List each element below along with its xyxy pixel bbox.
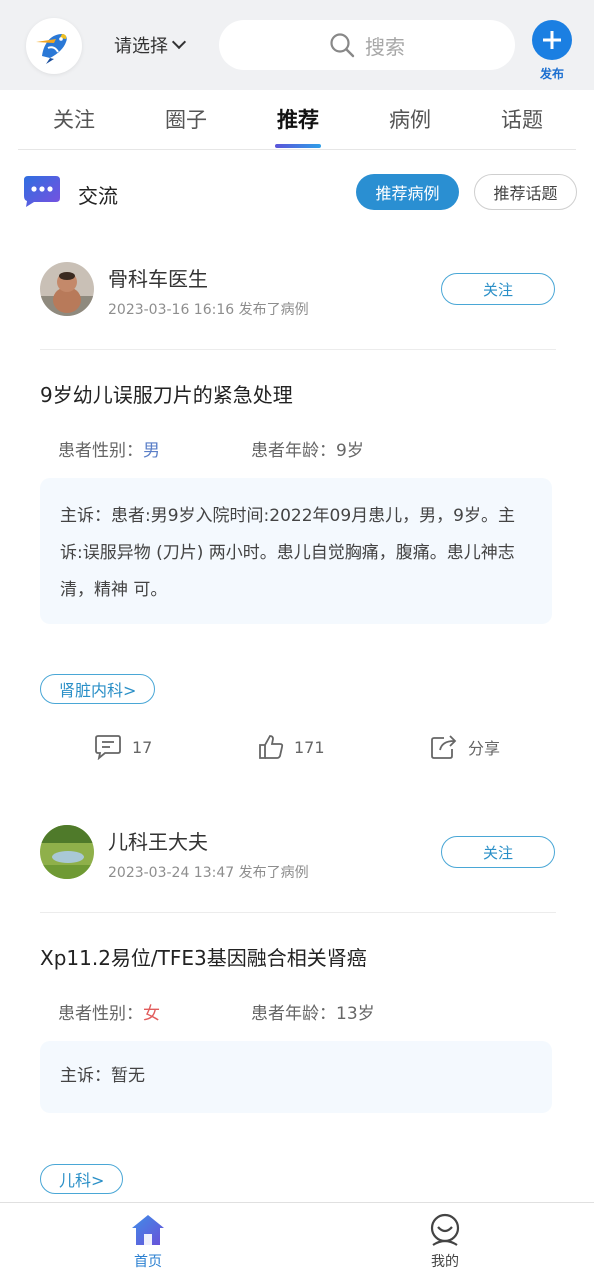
recommended-topics-button[interactable]: 推荐话题 (474, 174, 577, 210)
author-name[interactable]: 骨科车医生 (108, 263, 208, 292)
publish-label: 发布 (539, 67, 564, 81)
age-value: 13岁 (336, 1004, 375, 1024)
post-title[interactable]: Xp11.2易位/TFE3基因融合相关肾癌 (40, 942, 367, 971)
tab-bar: 关注 圈子 推荐 病例 话题 (0, 90, 594, 150)
like-count: 171 (294, 737, 325, 757)
city-selector-label: 请选择 (114, 36, 168, 57)
tab-circles[interactable]: 圈子 (141, 104, 231, 134)
age-label: 患者年龄： (251, 441, 336, 461)
woodpecker-logo-icon[interactable] (26, 18, 82, 74)
comment-button[interactable]: 17 (94, 734, 152, 760)
post-title[interactable]: 9岁幼儿误服刀片的紧急处理 (40, 379, 293, 408)
post-actions: 17 171 分享 (0, 734, 594, 764)
gender-label: 患者性别： (58, 1004, 143, 1024)
gender-label: 患者性别： (58, 441, 143, 461)
recommended-cases-button[interactable]: 推荐病例 (356, 174, 459, 210)
age-value: 9岁 (336, 441, 364, 461)
patient-age: 患者年龄：13岁 (251, 999, 375, 1024)
gender-value: 男 (143, 441, 160, 461)
divider (40, 912, 556, 913)
bottom-navigation: 首页 我的 (0, 1202, 594, 1280)
share-icon (431, 735, 457, 759)
tab-following[interactable]: 关注 (29, 104, 119, 134)
publish-button[interactable]: 发布 (530, 20, 574, 82)
author-name[interactable]: 儿科王大夫 (108, 826, 208, 855)
thumbs-up-icon (259, 735, 284, 759)
city-selector[interactable]: 请选择 (114, 32, 187, 58)
like-button[interactable]: 171 (258, 734, 325, 760)
patient-gender: 患者性别：女 (58, 999, 160, 1024)
follow-button[interactable]: 关注 (441, 836, 555, 868)
tab-cases[interactable]: 病例 (365, 104, 455, 134)
section-title: 交流 (78, 184, 118, 208)
avatar[interactable] (40, 262, 94, 316)
nav-home-label: 首页 (134, 1254, 162, 1270)
share-label: 分享 (468, 739, 501, 758)
patient-gender: 患者性别：男 (58, 436, 160, 461)
gender-value: 女 (143, 1004, 160, 1024)
complaint-box: 主诉：暂无 (40, 1041, 552, 1113)
search-bar[interactable]: 搜索 (219, 20, 515, 70)
nav-home[interactable]: 首页 (108, 1213, 188, 1271)
home-icon (132, 1215, 164, 1245)
top-header: 请选择 搜索 发布 (0, 0, 594, 90)
search-icon (330, 33, 355, 58)
chat-bubble-icon (24, 176, 60, 207)
follow-button[interactable]: 关注 (441, 273, 555, 305)
post-meta: 2023-03-16 16:16 发布了病例 (108, 302, 309, 318)
comment-icon (95, 735, 121, 760)
patient-age: 患者年龄：9岁 (251, 436, 364, 461)
chevron-down-icon (171, 34, 187, 50)
comment-count: 17 (132, 737, 153, 757)
user-profile-icon (430, 1213, 460, 1246)
avatar[interactable] (40, 825, 94, 879)
department-tag[interactable]: 儿科> (40, 1164, 124, 1194)
share-button[interactable]: 分享 (430, 734, 500, 760)
divider (40, 349, 556, 350)
search-placeholder: 搜索 (365, 34, 405, 59)
age-label: 患者年龄： (251, 1004, 336, 1024)
active-tab-indicator (275, 144, 321, 148)
complaint-box: 主诉：患者:男9岁入院时间:2022年09月患儿，男，9岁。主诉:误服异物 (刀… (40, 478, 552, 624)
tab-topics[interactable]: 话题 (477, 104, 567, 134)
department-tag[interactable]: 肾脏内科> (40, 674, 156, 704)
divider (18, 149, 576, 150)
plus-icon (532, 20, 572, 60)
post-meta: 2023-03-24 13:47 发布了病例 (108, 865, 309, 881)
tab-recommended[interactable]: 推荐 (253, 104, 343, 134)
nav-profile[interactable]: 我的 (405, 1213, 485, 1271)
nav-profile-label: 我的 (431, 1254, 459, 1270)
